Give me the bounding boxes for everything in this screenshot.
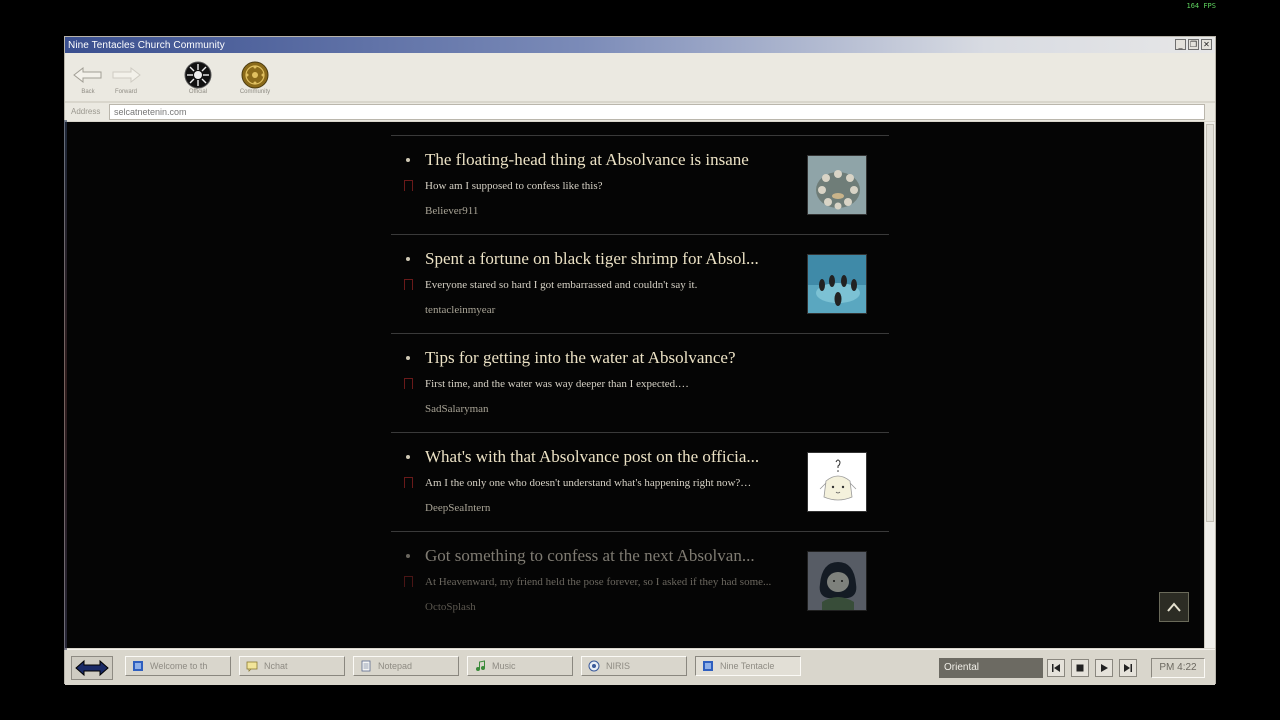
- address-bar: Address selcatnetenin.com: [65, 103, 1215, 121]
- play-button[interactable]: [1095, 659, 1113, 677]
- taskbar-item-music[interactable]: Music: [467, 656, 573, 676]
- bookmark-icon[interactable]: [404, 576, 413, 587]
- back-button[interactable]: Back: [68, 61, 108, 95]
- post-item[interactable]: Got something to confess at the next Abs…: [391, 531, 889, 630]
- minimize-button[interactable]: _: [1175, 39, 1186, 50]
- music-track-display: Oriental: [939, 658, 1043, 678]
- post-excerpt: How am I supposed to confess like this?: [425, 180, 603, 192]
- address-input[interactable]: selcatnetenin.com: [109, 104, 1205, 120]
- vertical-scrollbar[interactable]: [1204, 122, 1215, 648]
- bullet-icon: [406, 158, 410, 162]
- post-author[interactable]: SadSalaryman: [425, 403, 489, 415]
- post-excerpt: At Heavenward, my friend held the pose f…: [425, 576, 772, 588]
- post-title[interactable]: Got something to confess at the next Abs…: [425, 546, 755, 566]
- bullet-icon: [406, 554, 410, 558]
- post-author[interactable]: tentacleinmyear: [425, 304, 495, 316]
- post-item[interactable]: The floating-head thing at Absolvance is…: [391, 135, 889, 234]
- bullet-icon: [406, 455, 410, 459]
- play-icon: [1101, 664, 1108, 672]
- taskbar-item-label: Music: [492, 661, 516, 671]
- post-author[interactable]: DeepSeaIntern: [425, 502, 490, 514]
- notepad-icon: [360, 660, 372, 672]
- post-thumbnail[interactable]: [807, 254, 867, 314]
- official-emblem-icon: [178, 61, 218, 89]
- window-icon: [132, 660, 144, 672]
- post-excerpt: Am I the only one who doesn't understand…: [425, 477, 752, 489]
- fps-counter: 164 FPS: [1186, 2, 1216, 10]
- bookmark-icon[interactable]: [404, 378, 413, 389]
- window-controls: _ ❐ ✕: [1175, 39, 1212, 50]
- bullet-icon: [406, 257, 410, 261]
- bullet-icon: [406, 356, 410, 360]
- official-button[interactable]: Official: [178, 61, 218, 95]
- community-label: Community: [239, 89, 271, 95]
- taskbar-item-label: Nchat: [264, 661, 288, 671]
- bookmark-icon[interactable]: [404, 279, 413, 290]
- page-content: The floating-head thing at Absolvance is…: [65, 122, 1205, 648]
- taskbar-item-welcome[interactable]: Welcome to th: [125, 656, 231, 676]
- screen-edge-glow: [64, 120, 67, 650]
- post-title[interactable]: What's with that Absolvance post on the …: [425, 447, 759, 467]
- taskbar-item-nchat[interactable]: Nchat: [239, 656, 345, 676]
- scrollbar-thumb[interactable]: [1206, 124, 1214, 522]
- official-label: Official: [188, 89, 208, 95]
- taskbar-item-notepad[interactable]: Notepad: [353, 656, 459, 676]
- skip-forward-icon: [1124, 664, 1132, 672]
- bookmark-icon[interactable]: [404, 180, 413, 191]
- taskbar-item-label: NIRIS: [606, 661, 631, 671]
- taskbar-item-nine-tentacle[interactable]: Nine Tentacle: [695, 656, 801, 676]
- previous-track-button[interactable]: [1047, 659, 1065, 677]
- post-excerpt: First time, and the water was way deeper…: [425, 378, 689, 390]
- back-label: Back: [81, 89, 95, 95]
- address-label: Address: [71, 107, 101, 116]
- music-icon: [474, 660, 486, 672]
- post-thumbnail[interactable]: [807, 551, 867, 611]
- close-button[interactable]: ✕: [1201, 39, 1212, 50]
- post-author[interactable]: Believer911: [425, 205, 478, 217]
- taskbar-item-niris[interactable]: NIRIS: [581, 656, 687, 676]
- taskbar: Welcome to th Nchat Notepad Music NIRIS: [65, 649, 1215, 685]
- chevron-up-icon: [1167, 602, 1181, 612]
- post-item[interactable]: Tips for getting into the water at Absol…: [391, 333, 889, 432]
- taskbar-item-label: Nine Tentacle: [720, 661, 775, 671]
- post-title[interactable]: Spent a fortune on black tiger shrimp fo…: [425, 249, 759, 269]
- forward-button[interactable]: Forward: [106, 61, 146, 95]
- next-track-button[interactable]: [1119, 659, 1137, 677]
- post-item[interactable]: What's with that Absolvance post on the …: [391, 432, 889, 531]
- post-thumbnail[interactable]: [807, 452, 867, 512]
- chat-icon: [246, 660, 258, 672]
- bookmark-icon[interactable]: [404, 477, 413, 488]
- window-title: Nine Tentacles Church Community: [68, 39, 225, 51]
- restore-button[interactable]: ❐: [1188, 39, 1199, 50]
- title-bar: Nine Tentacles Church Community _ ❐ ✕: [65, 37, 1215, 53]
- post-item[interactable]: Spent a fortune on black tiger shrimp fo…: [391, 234, 889, 333]
- post-excerpt: Everyone stared so hard I got embarrasse…: [425, 279, 698, 291]
- stop-icon: [1076, 664, 1084, 672]
- taskbar-item-label: Notepad: [378, 661, 413, 671]
- post-title[interactable]: Tips for getting into the water at Absol…: [425, 348, 736, 368]
- post-feed: The floating-head thing at Absolvance is…: [391, 135, 889, 630]
- system-clock: PM 4:22: [1151, 658, 1205, 678]
- post-author[interactable]: OctoSplash: [425, 601, 476, 613]
- taskbar-item-label: Welcome to th: [150, 661, 208, 671]
- window-icon: [702, 660, 714, 672]
- start-button[interactable]: [71, 656, 113, 680]
- niris-icon: [588, 660, 600, 672]
- scroll-to-top-button[interactable]: [1159, 592, 1189, 622]
- start-logo-icon: [75, 659, 109, 677]
- browser-toolbar: Back Forward Official Community: [65, 53, 1215, 101]
- community-emblem-icon: [235, 61, 275, 89]
- browser-window: Nine Tentacles Church Community _ ❐ ✕ Ba…: [64, 36, 1216, 685]
- skip-back-icon: [1052, 664, 1060, 672]
- forward-label: Forward: [114, 89, 137, 95]
- forward-arrow-icon: [106, 61, 146, 89]
- stop-button[interactable]: [1071, 659, 1089, 677]
- back-arrow-icon: [68, 61, 108, 89]
- post-thumbnail[interactable]: [807, 155, 867, 215]
- community-button[interactable]: Community: [235, 61, 275, 95]
- post-title[interactable]: The floating-head thing at Absolvance is…: [425, 150, 749, 170]
